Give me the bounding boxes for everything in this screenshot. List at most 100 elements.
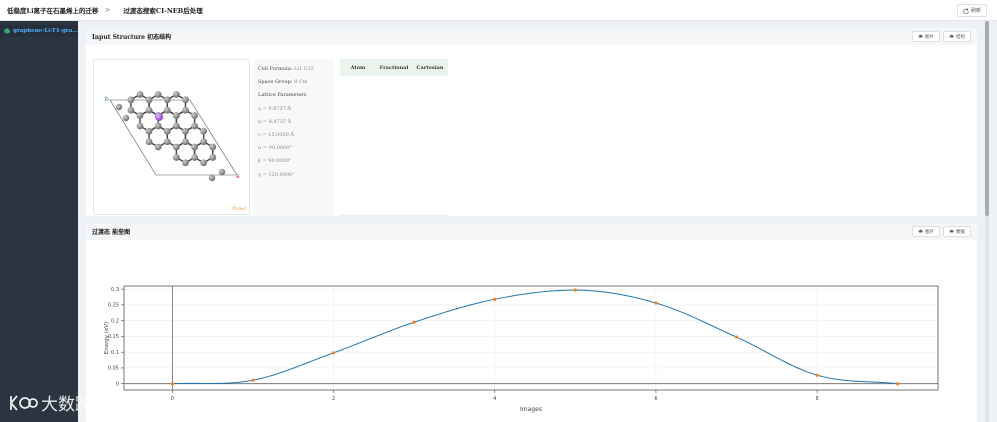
cell-formula: Cell Formula: Li1 C32 — [258, 66, 314, 72]
carbon-atom — [172, 122, 180, 130]
carbon-atom — [163, 96, 171, 104]
data-point[interactable] — [170, 382, 174, 386]
data-point[interactable] — [573, 288, 577, 292]
carbon-atom — [145, 96, 153, 104]
data-point[interactable] — [412, 320, 416, 324]
param-gamma: γ = 120.0000° — [258, 171, 295, 178]
atom-table-header: Atom Fractional Cartesian — [340, 59, 448, 76]
data-point[interactable] — [331, 351, 336, 355]
y-tick-label: 0.3 — [111, 287, 119, 293]
breadcrumb-current: 过渡态搜索CI-NEB后处理 — [123, 7, 203, 15]
y-tick-label: 0.05 — [108, 366, 119, 372]
atom-table: Atom Fractional Cartesian — [340, 59, 448, 216]
param-b: b = 9.8737 Å — [258, 118, 292, 125]
param-beta: β = 90.0000° — [258, 158, 292, 165]
carbon-atom — [182, 138, 189, 146]
carbon-atom — [172, 154, 180, 161]
carbon-bonds — [130, 93, 214, 164]
col-fractional[interactable]: Fractional — [376, 65, 412, 71]
cloud-download-icon — [949, 34, 954, 38]
space-group: Space Group: 8 Cm — [258, 79, 308, 86]
data-point[interactable] — [815, 373, 819, 377]
col-atom[interactable]: Atom — [340, 65, 376, 71]
breadcrumb-project[interactable]: 低稳度Li离子在石墨烯上的迁移 — [7, 5, 99, 15]
energy-card: 过渡态 能垒图 图片 数据 0 0.05 0.1 0.15 0.2 0.25 0.3 0 2 4 6… — [86, 223, 977, 422]
carbon-atom — [127, 96, 135, 104]
energy-data-button[interactable]: 数据 — [943, 226, 971, 237]
energy-card-header: 过渡态 能垒图 图片 数据 — [86, 223, 977, 240]
lattice-info-panel: Cell Formula: Li1 C32 Space Group: 8 Cm … — [254, 59, 334, 216]
crystal-structure-render[interactable]: b a — [94, 60, 249, 214]
refresh-icon — [963, 7, 969, 14]
structure-card: Input Structure 初态结构 图片 结构 b a Panel Cel… — [86, 28, 977, 216]
carbon-atom — [200, 127, 208, 135]
carbon-atom — [163, 138, 171, 146]
structure-card-header: Input Structure 初态结构 图片 结构 — [86, 28, 977, 45]
param-c: c = 15.0000 Å — [258, 131, 295, 138]
page-scrollbar[interactable] — [985, 21, 989, 422]
y-tick-label: 0.1 — [111, 350, 119, 356]
carbon-atom — [209, 143, 217, 151]
carbon-atom — [163, 106, 171, 114]
carbon-atom — [163, 127, 171, 135]
structure-download-button[interactable]: 结构 — [943, 31, 971, 42]
data-point[interactable] — [654, 301, 658, 305]
carbon-atom — [191, 122, 198, 130]
carbon-atom — [208, 174, 216, 182]
carbon-atom — [182, 159, 189, 167]
lithium-atom — [155, 113, 163, 121]
carbon-atom — [191, 154, 198, 161]
structure-viewer[interactable]: b a Panel — [93, 59, 250, 215]
carbon-atom — [115, 103, 123, 111]
carbon-atom — [182, 106, 189, 114]
data-point[interactable] — [734, 335, 739, 339]
carbon-atom — [145, 127, 153, 135]
x-tick-label: 6 — [654, 396, 657, 402]
carbon-atom — [200, 159, 208, 167]
carbon-atom — [136, 122, 144, 130]
scrollbar-thumb[interactable] — [985, 21, 989, 216]
data-point[interactable] — [251, 378, 255, 382]
panel-label: Panel — [232, 206, 246, 212]
cloud-download-icon — [918, 34, 923, 38]
watermark-text: 大数跨境 — [41, 395, 109, 415]
carbon-atom — [145, 138, 153, 146]
cloud-download-icon — [918, 229, 923, 233]
carbon-atom — [145, 106, 153, 114]
carbon-atom — [182, 96, 189, 104]
x-axis-label: Images — [520, 406, 542, 413]
energy-data-label: 数据 — [956, 229, 965, 235]
energy-image-button[interactable]: 图片 — [912, 226, 940, 237]
watermark-logo-icon — [10, 394, 38, 411]
breadcrumb-separator: > — [104, 6, 111, 14]
carbon-atom — [200, 138, 208, 146]
col-cartesian[interactable]: Cartesian — [412, 65, 448, 71]
carbon-atom — [172, 91, 180, 98]
x-tick-label: 2 — [332, 396, 335, 402]
structure-image-button[interactable]: 图片 — [912, 31, 940, 42]
sidebar-item-label: graphene-Li-T1-gra... — [13, 28, 78, 34]
sidebar-item-structure[interactable]: graphene-Li-T1-gra... — [0, 25, 78, 37]
y-tick-label: 0.25 — [108, 303, 119, 309]
carbon-atom — [154, 91, 162, 98]
y-tick-label: 0 — [116, 381, 119, 387]
refresh-button[interactable]: 刷新 — [956, 4, 987, 17]
param-alpha: α = 90.0000° — [258, 145, 292, 152]
carbon-atom — [218, 168, 226, 176]
data-point[interactable] — [896, 382, 900, 386]
carbon-atom — [172, 112, 180, 119]
x-tick-label: 4 — [493, 396, 496, 402]
carbon-atom — [182, 127, 189, 135]
watermark: 大数跨境 — [8, 390, 109, 415]
energy-card-title: 过渡态 能垒图 — [92, 229, 131, 236]
y-axis-label: Energy (eV) — [104, 322, 110, 354]
carbon-atom — [136, 91, 144, 98]
sidebar: graphene-Li-T1-gra... — [0, 21, 78, 422]
carbon-atom — [209, 154, 217, 161]
energy-image-label: 图片 — [925, 229, 934, 235]
x-tick-label: 0 — [171, 396, 174, 402]
energy-barrier-chart[interactable]: 00.050.10.150.20.250.30 2 4 6 8ImagesEnergy … — [86, 240, 977, 422]
data-point[interactable] — [493, 297, 497, 301]
lattice-title: Lattice Parameters — [258, 92, 307, 99]
structure-download-label: 结构 — [956, 34, 965, 40]
